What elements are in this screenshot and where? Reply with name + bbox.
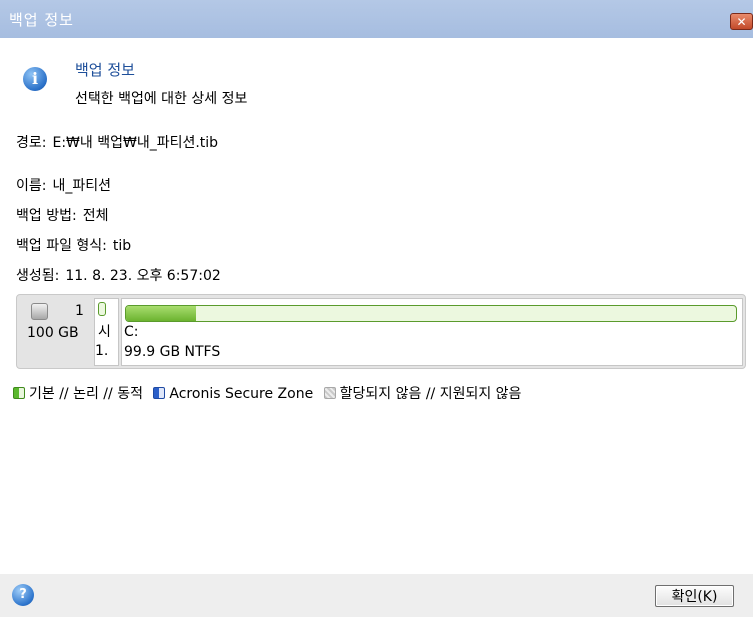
- name-row: 이름: 내_파티션: [16, 175, 111, 195]
- close-icon: ✕: [736, 15, 747, 29]
- partition-legend: 기본 // 논리 // 동적 Acronis Secure Zone 할당되지 …: [13, 383, 521, 403]
- legend-unallocated: 할당되지 않음 // 지원되지 않음: [339, 386, 522, 402]
- name-value: 내_파티션: [52, 178, 112, 194]
- partition-size: 99.9 GB NTFS: [124, 344, 221, 360]
- created-label: 생성됨:: [16, 268, 60, 284]
- partition-system[interactable]: 시 1.: [94, 298, 119, 366]
- disk-map: 1 100 GB 시 1. C: 99.9 GB NTFS: [16, 294, 746, 369]
- title-bar: 백업 정보 ✕: [0, 0, 753, 38]
- info-icon: i: [23, 67, 47, 91]
- created-row: 생성됨: 11. 8. 23. 오후 6:57:02: [16, 265, 221, 285]
- disk-size: 100 GB: [27, 325, 79, 341]
- help-glyph: ?: [19, 587, 27, 602]
- partition-usage-bar: [98, 302, 106, 316]
- window-title: 백업 정보: [9, 11, 74, 29]
- method-label: 백업 방법:: [16, 208, 77, 224]
- format-row: 백업 파일 형식: tib: [16, 235, 131, 255]
- secure-zone-swatch-icon: [153, 387, 166, 399]
- basic-partition-swatch-icon: [13, 387, 25, 399]
- disk-number: 1: [75, 303, 84, 319]
- unallocated-swatch-icon: [323, 387, 336, 399]
- legend-basic: 기본 // 논리 // 동적: [29, 386, 143, 402]
- close-button[interactable]: ✕: [730, 13, 753, 30]
- path-label: 경로:: [16, 135, 47, 151]
- legend-zone: Acronis Secure Zone: [169, 386, 314, 402]
- name-label: 이름:: [16, 178, 47, 194]
- method-row: 백업 방법: 전체: [16, 205, 108, 225]
- partition-usage-bar: [125, 305, 737, 322]
- footer-bar: ? 확인(K): [0, 574, 753, 617]
- method-value: 전체: [82, 208, 109, 224]
- path-value: E:₩내 백업₩내_파티션.tib: [52, 135, 219, 151]
- format-value: tib: [112, 238, 132, 254]
- help-icon[interactable]: ?: [12, 584, 34, 606]
- partition-label: 시: [98, 324, 111, 340]
- partition-label: C:: [124, 324, 139, 340]
- path-row: 경로: E:₩내 백업₩내_파티션.tib: [16, 132, 218, 152]
- partition-c[interactable]: C: 99.9 GB NTFS: [121, 298, 743, 366]
- header-subtitle: 선택한 백업에 대한 상세 정보: [75, 91, 248, 107]
- format-label: 백업 파일 형식:: [16, 238, 107, 254]
- partition-size: 1.: [95, 343, 109, 359]
- ok-button[interactable]: 확인(K): [655, 585, 734, 607]
- partition-usage-fill: [126, 306, 197, 321]
- created-value: 11. 8. 23. 오후 6:57:02: [65, 268, 221, 284]
- header-title: 백업 정보: [75, 61, 135, 79]
- hard-disk-icon: [31, 303, 48, 320]
